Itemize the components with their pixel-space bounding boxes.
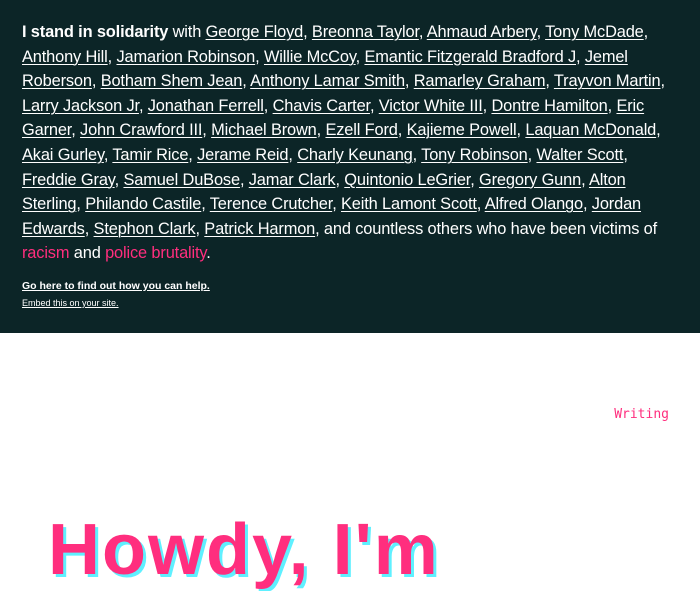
name-separator: ,	[412, 145, 422, 164]
solidarity-banner: I stand in solidarity with George Floyd,…	[0, 0, 700, 333]
victim-name-link[interactable]: Trayvon Martin	[554, 72, 661, 90]
name-separator: ,	[545, 72, 554, 91]
victim-name-link[interactable]: Quintonio LeGrier	[344, 171, 470, 189]
site-header: Writing Howdy, I'm	[0, 333, 700, 590]
name-separator: ,	[71, 121, 81, 140]
victim-name-link[interactable]: Anthony Lamar Smith	[250, 72, 405, 90]
name-separator: ,	[660, 72, 666, 91]
embed-link[interactable]: Embed this on your site.	[22, 298, 678, 308]
victim-name-link[interactable]: Terence Crutcher	[210, 195, 333, 213]
victim-name-link[interactable]: Philando Castile	[85, 195, 201, 213]
name-separator: ,	[84, 219, 94, 238]
banner-links: Go here to find out how you can help. Em…	[22, 280, 678, 308]
name-separator: ,	[239, 170, 249, 189]
victim-name-link[interactable]: Jamarion Robinson	[116, 48, 255, 66]
victim-name-link[interactable]: Larry Jackson Jr	[22, 97, 139, 115]
racism-link[interactable]: racism	[22, 244, 70, 262]
victim-names-list: George Floyd, Breonna Taylor, Ahmaud Arb…	[22, 23, 665, 238]
victim-name-link[interactable]: Walter Scott	[536, 146, 623, 164]
victim-name-link[interactable]: Freddie Gray	[22, 171, 115, 189]
name-separator: ,	[263, 96, 273, 115]
victim-name-link[interactable]: Gregory Gunn	[479, 171, 581, 189]
help-link[interactable]: Go here to find out how you can help.	[22, 280, 678, 292]
victim-name-link[interactable]: Stephon Clark	[94, 220, 196, 238]
victim-name-link[interactable]: Tony Robinson	[421, 146, 528, 164]
victim-name-link[interactable]: Tamir Rice	[112, 146, 188, 164]
victim-name-link[interactable]: Jamar Clark	[249, 171, 336, 189]
name-separator: ,	[576, 47, 585, 66]
victim-name-link[interactable]: Michael Brown	[211, 121, 317, 139]
name-separator: ,	[656, 121, 661, 140]
statement-period: .	[206, 244, 211, 263]
name-separator: ,	[536, 23, 546, 41]
name-separator: ,	[476, 195, 485, 214]
victim-name-link[interactable]: Jerame Reid	[197, 146, 288, 164]
name-separator: ,	[201, 195, 210, 214]
hero-title: Howdy, I'm	[48, 510, 440, 590]
name-separator: ,	[332, 195, 341, 214]
solidarity-statement: I stand in solidarity with George Floyd,…	[22, 20, 678, 266]
victim-name-link[interactable]: Tony McDade	[545, 23, 644, 41]
name-separator: ,	[404, 72, 414, 91]
victim-name-link[interactable]: John Crawford III	[80, 121, 202, 139]
victim-name-link[interactable]: Botham Shem Jean	[101, 72, 243, 90]
victim-name-link[interactable]: Ramarley Graham	[414, 72, 546, 90]
victim-name-link[interactable]: Emantic Fitzgerald Bradford J	[364, 48, 576, 66]
name-separator: ,	[288, 145, 298, 164]
victim-name-link[interactable]: Samuel DuBose	[123, 171, 240, 189]
victim-name-link[interactable]: Alfred Olango	[485, 195, 583, 213]
name-separator: ,	[242, 72, 251, 91]
name-separator: ,	[397, 121, 407, 140]
victim-name-link[interactable]: Breonna Taylor	[312, 23, 419, 41]
name-separator: ,	[91, 72, 101, 91]
victim-name-link[interactable]: Keith Lamont Scott	[341, 195, 477, 213]
victim-name-link[interactable]: Ezell Ford	[325, 121, 397, 139]
victim-name-link[interactable]: Patrick Harmon	[204, 220, 315, 238]
name-separator: ,	[138, 96, 148, 115]
name-separator: ,	[202, 121, 212, 140]
name-separator: ,	[582, 195, 592, 214]
victim-name-link[interactable]: George Floyd	[206, 23, 304, 41]
nav-writing-link[interactable]: Writing	[614, 407, 669, 422]
name-separator: ,	[195, 219, 205, 238]
name-separator: ,	[623, 145, 628, 164]
victim-name-link[interactable]: Anthony Hill	[22, 48, 108, 66]
solidarity-with: with	[168, 23, 206, 41]
name-separator: ,	[76, 195, 86, 214]
name-separator: ,	[418, 23, 427, 41]
name-separator: ,	[470, 170, 480, 189]
solidarity-outro: , and countless others who have been vic…	[315, 219, 658, 238]
name-separator: ,	[643, 23, 649, 41]
name-separator: ,	[335, 170, 345, 189]
victim-name-link[interactable]: Chavis Carter	[273, 97, 370, 115]
name-separator: ,	[369, 96, 379, 115]
solidarity-intro: I stand in solidarity	[22, 23, 169, 41]
name-separator: ,	[255, 47, 264, 66]
victim-name-link[interactable]: Victor White III	[379, 97, 483, 115]
victim-name-link[interactable]: Kajieme Powell	[407, 121, 517, 139]
name-separator: ,	[188, 145, 198, 164]
victim-name-link[interactable]: Dontre Hamilton	[491, 97, 607, 115]
police-brutality-link[interactable]: police brutality	[105, 244, 206, 262]
and-text: and	[69, 244, 106, 263]
name-separator: ,	[581, 170, 589, 189]
victim-name-link[interactable]: Ahmaud Arbery	[427, 23, 537, 41]
name-separator: ,	[303, 23, 312, 41]
victim-name-link[interactable]: Akai Gurley	[22, 146, 104, 164]
victim-name-link[interactable]: Willie McCoy	[264, 48, 356, 66]
victim-name-link[interactable]: Jonathan Ferrell	[148, 97, 264, 115]
victim-name-link[interactable]: Charly Keunang	[297, 146, 413, 164]
victim-name-link[interactable]: Laquan McDonald	[525, 121, 656, 139]
